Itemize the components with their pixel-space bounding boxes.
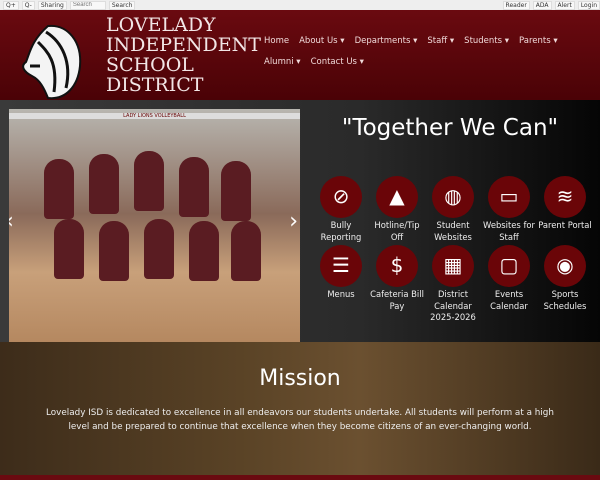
alert-button[interactable]: Alert: [554, 0, 575, 10]
player: [179, 157, 209, 217]
quick-link-label: Cafeteria Bill Pay: [370, 289, 424, 311]
slogan: "Together We Can": [341, 115, 559, 141]
search-input[interactable]: [69, 0, 106, 10]
title-line: DISTRICT: [106, 74, 204, 96]
quick-link-label: Student Websites: [434, 220, 472, 242]
player: [221, 161, 251, 221]
quick-link-label: Websites for Staff: [483, 220, 535, 242]
quick-link[interactable]: ◍ Student Websites: [425, 176, 481, 243]
main-nav: Home About Us ▾ Departments ▾ Staff ▾ St…: [264, 36, 584, 67]
sharing-button[interactable]: Sharing: [37, 0, 67, 10]
next-slide-icon[interactable]: ›: [289, 209, 298, 234]
quick-link[interactable]: ▢ Events Calendar: [481, 245, 537, 324]
team-photo-slideshow[interactable]: LADY LIONS VOLLEYBALL ‹ ›: [9, 109, 300, 342]
player: [99, 221, 129, 281]
footer-strip: [0, 475, 600, 480]
title-line: INDEPENDENT: [106, 34, 261, 56]
player: [89, 154, 119, 214]
player: [54, 219, 84, 279]
player: [144, 219, 174, 279]
player: [189, 221, 219, 281]
basketball-icon: ◉: [544, 245, 586, 287]
globe-icon: ◍: [432, 176, 474, 218]
quick-link-label: Events Calendar: [490, 289, 528, 311]
warning-icon: ▲: [376, 176, 418, 218]
zoom-in-button[interactable]: Q+: [3, 0, 19, 10]
prev-slide-icon[interactable]: ‹: [9, 209, 14, 234]
player: [231, 221, 261, 281]
site-header: LOVELADY INDEPENDENT SCHOOL DISTRICT Hom…: [0, 10, 600, 100]
quick-link[interactable]: ≋ Parent Portal: [537, 176, 593, 243]
nav-students[interactable]: Students ▾: [464, 36, 509, 46]
quick-link-label: Sports Schedules: [543, 289, 587, 311]
nav-parents[interactable]: Parents ▾: [519, 36, 558, 46]
reader-button[interactable]: Reader: [502, 0, 530, 10]
quick-link[interactable]: ◉ Sports Schedules: [537, 245, 593, 324]
photo-banner: LADY LIONS VOLLEYBALL: [9, 113, 300, 119]
login-button[interactable]: Login: [577, 0, 600, 10]
lion-logo[interactable]: [18, 22, 84, 102]
browser-toolbar: Q+ Q- Sharing Search Reader ADA Alert Lo…: [0, 0, 600, 10]
nav-about-us[interactable]: About Us ▾: [299, 36, 344, 46]
quick-link-label: Menus: [327, 289, 355, 299]
mission-title: Mission: [259, 366, 341, 391]
quick-link[interactable]: $ Cafeteria Bill Pay: [369, 245, 425, 324]
title-line: SCHOOL: [106, 54, 194, 76]
quick-link[interactable]: ☰ Menus: [313, 245, 369, 324]
quick-link[interactable]: ▦ District Calendar 2025-2026: [425, 245, 481, 324]
nav-departments[interactable]: Departments ▾: [355, 36, 418, 46]
quick-link[interactable]: ▭ Websites for Staff: [481, 176, 537, 243]
quick-link[interactable]: ⊘ Bully Reporting: [313, 176, 369, 243]
title-line: LOVELADY: [106, 14, 216, 36]
player: [44, 159, 74, 219]
nav-contact-us[interactable]: Contact Us ▾: [311, 57, 364, 67]
quick-link-label: Bully Reporting: [320, 220, 362, 242]
player: [134, 151, 164, 211]
search-button[interactable]: Search: [108, 0, 136, 10]
ban-icon: ⊘: [320, 176, 362, 218]
quick-link[interactable]: ▲ Hotline/Tip Off: [369, 176, 425, 243]
ticket-icon: ▢: [488, 245, 530, 287]
layers-icon: ≋: [544, 176, 586, 218]
quick-link-label: District Calendar 2025-2026: [430, 289, 476, 322]
ada-button[interactable]: ADA: [532, 0, 552, 10]
quick-links: ⊘ Bully Reporting ▲ Hotline/Tip Off ◍ Student…: [313, 176, 598, 324]
zoom-out-button[interactable]: Q-: [21, 0, 35, 10]
nav-staff[interactable]: Staff ▾: [427, 36, 454, 46]
quick-link-label: Hotline/Tip Off: [374, 220, 420, 242]
monitor-icon: ▭: [488, 176, 530, 218]
quick-link-label: Parent Portal: [538, 220, 592, 230]
nav-alumni[interactable]: Alumni ▾: [264, 57, 301, 67]
mission-text: Lovelady ISD is dedicated to excellence …: [46, 408, 554, 432]
calendar-icon: ▦: [432, 245, 474, 287]
nav-home[interactable]: Home: [264, 36, 289, 46]
burger-icon: ☰: [320, 245, 362, 287]
money-icon: $: [376, 245, 418, 287]
mission-section: Mission Lovelady ISD is dedicated to exc…: [0, 342, 600, 475]
district-title[interactable]: LOVELADY INDEPENDENT SCHOOL DISTRICT: [106, 15, 261, 95]
